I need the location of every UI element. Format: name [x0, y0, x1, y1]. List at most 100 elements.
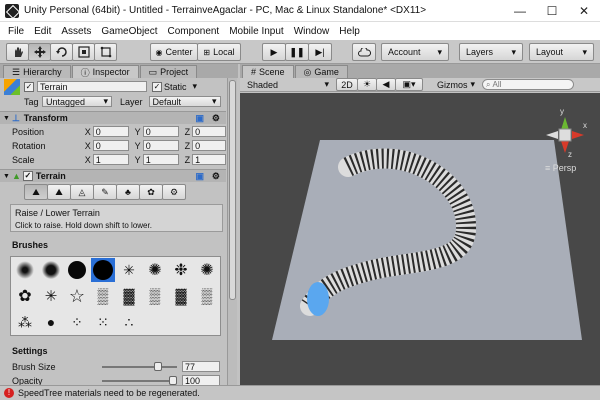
brush-star-small[interactable]: ✳	[118, 259, 140, 281]
center-button[interactable]: ◉ Center	[150, 43, 198, 61]
rect-tool-button[interactable]	[94, 43, 117, 61]
menu-help[interactable]: Help	[335, 26, 366, 37]
rotation-z-field[interactable]: 0	[192, 140, 226, 151]
step-button[interactable]: ▶|	[308, 43, 332, 61]
brush-dots-4[interactable]: ⁙	[92, 311, 114, 333]
inspector-scrollbar[interactable]	[227, 78, 237, 385]
brush-noise-5[interactable]: ▒	[196, 285, 218, 307]
rotate-tool-button[interactable]	[50, 43, 73, 61]
brush-dots-5[interactable]: ∴	[118, 311, 140, 333]
slider-thumb[interactable]	[153, 362, 162, 371]
paint-height-tool-button[interactable]: ⛰	[47, 184, 71, 200]
brush-soft-medium[interactable]	[40, 259, 62, 281]
close-button[interactable]: ✕	[568, 0, 600, 22]
scrollbar-thumb[interactable]	[229, 80, 236, 300]
brush-star[interactable]: ☆	[66, 285, 88, 307]
menu-edit[interactable]: Edit	[30, 26, 57, 37]
scene-search-input[interactable]: ⌕ All	[482, 79, 574, 90]
layout-dropdown[interactable]: Layout ▾	[529, 43, 594, 61]
lighting-toggle[interactable]: ☀	[357, 78, 377, 91]
menu-window[interactable]: Window	[290, 26, 336, 37]
persp-label[interactable]: ≡ Persp	[545, 163, 576, 173]
scale-y-field[interactable]: 1	[142, 154, 179, 165]
orientation-gizmo[interactable]: y x z ≡ Persp	[540, 107, 590, 173]
gizmos-dropdown[interactable]: Gizmos ▾	[434, 79, 478, 90]
smooth-height-tool-button[interactable]: ◬	[70, 184, 94, 200]
transform-header[interactable]: ▼ ⊥ Transform ▣ ⚙	[0, 111, 226, 124]
active-checkbox[interactable]: ✓	[24, 81, 34, 92]
play-button[interactable]: ▶	[262, 43, 286, 61]
brush-noise-1[interactable]: ▒	[92, 285, 114, 307]
brush-soft-small[interactable]	[14, 259, 36, 281]
account-dropdown[interactable]: Account ▾	[381, 43, 449, 61]
brush-flower[interactable]: ✿	[14, 285, 36, 307]
scale-z-field[interactable]: 1	[192, 154, 226, 165]
brush-splatter-3[interactable]: ✺	[196, 259, 218, 281]
position-z-field[interactable]: 0	[192, 126, 226, 137]
menu-mobile-input[interactable]: Mobile Input	[225, 26, 289, 37]
tab-inspector[interactable]: ⓘ Inspector	[71, 65, 139, 78]
move-tool-button[interactable]	[28, 43, 51, 61]
brush-splatter-2[interactable]: ❉	[170, 259, 192, 281]
brush-noise-2[interactable]: ▓	[118, 285, 140, 307]
menu-component[interactable]: Component	[164, 26, 226, 37]
scale-x-field[interactable]: 1	[92, 154, 129, 165]
maximize-button[interactable]: ☐	[536, 0, 568, 22]
tab-hierarchy[interactable]: ☰ Hierarchy	[3, 65, 71, 78]
effects-dropdown[interactable]: ▣▾	[395, 78, 423, 91]
brush-selected[interactable]	[91, 258, 115, 282]
shading-dropdown[interactable]: Shaded ▾	[244, 79, 332, 90]
status-message[interactable]: SpeedTree materials need to be regenerat…	[18, 388, 200, 398]
brush-dots-1[interactable]: ⁂	[14, 311, 36, 333]
rotation-y-field[interactable]: 0	[142, 140, 179, 151]
brush-splatter-1[interactable]: ✺	[144, 259, 166, 281]
terrain-header[interactable]: ▼ ▲ ✓ Terrain ▣ ⚙	[0, 169, 226, 182]
local-button[interactable]: ⊞ Local	[197, 43, 241, 61]
opacity-slider[interactable]	[102, 375, 177, 385]
cloud-button[interactable]	[352, 43, 376, 61]
layers-dropdown[interactable]: Layers ▾	[459, 43, 523, 61]
brush-dots-2[interactable]: ●	[40, 311, 62, 333]
scene-view[interactable]: y x z ≡ Persp	[240, 93, 600, 385]
paint-details-tool-button[interactable]: ✿	[139, 184, 163, 200]
2d-toggle[interactable]: 2D	[336, 78, 358, 91]
gear-icon[interactable]: ⚙	[212, 171, 220, 182]
layer-dropdown[interactable]: Default ▾	[148, 96, 221, 107]
terrain-enabled-checkbox[interactable]: ✓	[22, 171, 33, 181]
tab-game[interactable]: ◎ Game	[294, 65, 348, 78]
tab-project[interactable]: ▭ Project	[139, 65, 198, 78]
brush-noise-3[interactable]: ▒	[144, 285, 166, 307]
position-x-field[interactable]: 0	[92, 126, 129, 137]
raise-lower-tool-button[interactable]: ⛰	[24, 184, 48, 200]
place-trees-tool-button[interactable]: ♣	[116, 184, 140, 200]
menu-gameobject[interactable]: GameObject	[97, 26, 163, 37]
help-book-icon[interactable]: ▣	[195, 113, 204, 124]
brush-hard-round[interactable]	[66, 259, 88, 281]
object-name-input[interactable]: Terrain	[37, 81, 147, 92]
gear-icon[interactable]: ⚙	[212, 113, 220, 124]
rotation-x-field[interactable]: 0	[92, 140, 129, 151]
tag-dropdown[interactable]: Untagged ▾	[42, 96, 112, 107]
hand-tool-button[interactable]	[6, 43, 29, 61]
position-y-field[interactable]: 0	[142, 126, 179, 137]
menu-assets[interactable]: Assets	[57, 26, 97, 37]
static-checkbox[interactable]: ✓	[152, 81, 162, 92]
scale-tool-button[interactable]	[72, 43, 95, 61]
slider-thumb[interactable]	[169, 376, 177, 385]
brush-size-slider[interactable]	[102, 361, 177, 372]
terrain-settings-tool-button[interactable]: ⚙	[162, 184, 186, 200]
audio-toggle[interactable]: ◀	[376, 78, 396, 91]
opacity-field[interactable]: 100	[182, 375, 220, 385]
brush-dots-3[interactable]: ⁘	[66, 311, 88, 333]
brush-noise-4[interactable]: ▓	[170, 285, 192, 307]
help-book-icon[interactable]: ▣	[195, 171, 204, 182]
brush-noise-icon: ▒	[149, 287, 161, 305]
tab-scene[interactable]: # Scene	[242, 65, 294, 78]
brush-size-field[interactable]: 77	[182, 361, 220, 372]
brush-asterisk[interactable]: ✳	[40, 285, 62, 307]
paint-texture-tool-button[interactable]: ✎	[93, 184, 117, 200]
pause-button[interactable]: ❚❚	[285, 43, 309, 61]
menu-file[interactable]: File	[4, 26, 30, 37]
minimize-button[interactable]: —	[504, 0, 536, 22]
chevron-down-icon[interactable]: ▾	[193, 81, 198, 92]
